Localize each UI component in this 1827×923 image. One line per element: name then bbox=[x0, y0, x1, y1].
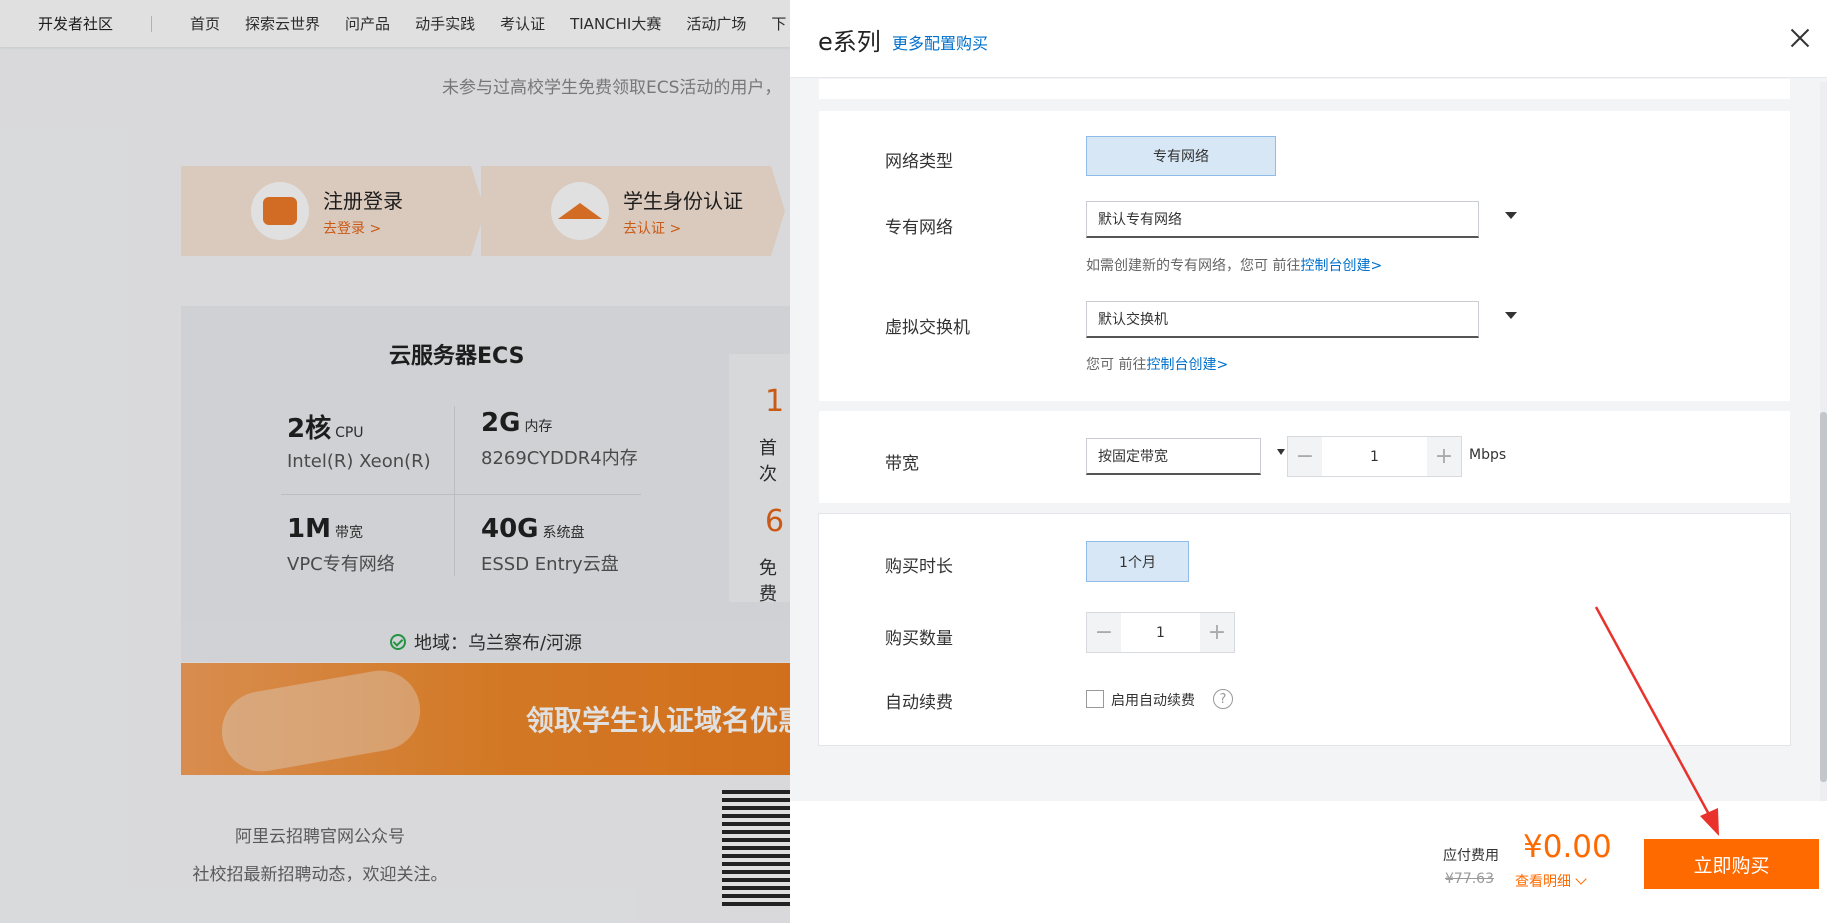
bandwidth-panel: 带宽 按固定带宽 − 1 + Mbps bbox=[819, 411, 1790, 503]
drawer-footer: 应付费用 ¥0.00 ¥77.63 查看明细 立即购买 bbox=[790, 801, 1827, 923]
vpc-console-link[interactable]: 控制台创建> bbox=[1300, 258, 1382, 274]
hint-text: 您可 前往 bbox=[1086, 357, 1147, 373]
purchase-panel: 购买时长 1个月 购买数量 − 1 + 自动续费 启用自动续费 ? bbox=[819, 514, 1790, 745]
hint-text: 如需创建新的专有网络，您可 前往 bbox=[1086, 258, 1301, 274]
chevron-down-icon bbox=[1575, 873, 1587, 885]
chevron-down-icon[interactable] bbox=[1505, 212, 1517, 219]
network-type-label: 网络类型 bbox=[885, 152, 953, 172]
quantity-stepper[interactable]: − 1 + bbox=[1086, 612, 1235, 653]
vswitch-select[interactable]: 默认交换机 bbox=[1086, 301, 1479, 338]
vpc-select[interactable]: 默认专有网络 bbox=[1086, 201, 1479, 238]
duration-option[interactable]: 1个月 bbox=[1086, 541, 1189, 582]
vswitch-console-link[interactable]: 控制台创建> bbox=[1146, 357, 1228, 373]
vpc-label: 专有网络 bbox=[885, 218, 953, 238]
drawer-header: e系列 更多配置购买 bbox=[790, 0, 1827, 78]
auto-renew-checkbox[interactable] bbox=[1086, 690, 1104, 708]
auto-renew-checkbox-label[interactable]: 启用自动续费 bbox=[1111, 690, 1195, 710]
view-detail-link[interactable]: 查看明细 bbox=[1515, 871, 1587, 891]
drawer-title: e系列 bbox=[818, 28, 881, 56]
quantity-value[interactable]: 1 bbox=[1121, 625, 1200, 641]
bandwidth-label: 带宽 bbox=[885, 454, 919, 474]
chevron-down-icon[interactable] bbox=[1277, 449, 1285, 455]
more-config-link[interactable]: 更多配置购买 bbox=[892, 30, 988, 54]
bandwidth-value[interactable]: 1 bbox=[1322, 449, 1427, 465]
network-type-option[interactable]: 专有网络 bbox=[1086, 136, 1276, 176]
duration-label: 购买时长 bbox=[885, 557, 953, 577]
bandwidth-stepper[interactable]: − 1 + bbox=[1287, 436, 1462, 477]
close-icon[interactable] bbox=[1788, 26, 1812, 50]
purchase-drawer: e系列 更多配置购买 网络类型 专有网络 专有网络 默认专有网络 如需创建新的专… bbox=[790, 0, 1827, 923]
vpc-hint: 如需创建新的专有网络，您可 前往控制台创建> bbox=[1086, 255, 1382, 275]
minus-icon[interactable]: − bbox=[1288, 437, 1322, 476]
auto-renew-label: 自动续费 bbox=[885, 693, 953, 713]
config-panel-top bbox=[819, 79, 1790, 99]
fee-label: 应付费用 bbox=[1443, 848, 1499, 864]
scrollbar-thumb[interactable] bbox=[1820, 412, 1827, 782]
original-price: ¥77.63 bbox=[1445, 871, 1494, 887]
quantity-label: 购买数量 bbox=[885, 629, 953, 649]
plus-icon[interactable]: + bbox=[1200, 613, 1234, 652]
help-icon[interactable]: ? bbox=[1213, 689, 1233, 709]
detail-link-text: 查看明细 bbox=[1515, 874, 1571, 890]
plus-icon[interactable]: + bbox=[1427, 437, 1461, 476]
buy-now-button[interactable]: 立即购买 bbox=[1644, 839, 1819, 889]
bandwidth-mode-select[interactable]: 按固定带宽 bbox=[1086, 438, 1261, 475]
drawer-scrollbar[interactable] bbox=[1820, 82, 1827, 802]
vswitch-label: 虚拟交换机 bbox=[885, 318, 970, 338]
network-panel: 网络类型 专有网络 专有网络 默认专有网络 如需创建新的专有网络，您可 前往控制… bbox=[819, 111, 1790, 401]
chevron-down-icon[interactable] bbox=[1505, 312, 1517, 319]
bandwidth-unit: Mbps bbox=[1469, 447, 1507, 463]
minus-icon[interactable]: − bbox=[1087, 613, 1121, 652]
modal-overlay[interactable] bbox=[0, 0, 790, 923]
vswitch-hint: 您可 前往控制台创建> bbox=[1086, 354, 1228, 374]
fee-amount: ¥0.00 bbox=[1523, 829, 1612, 865]
